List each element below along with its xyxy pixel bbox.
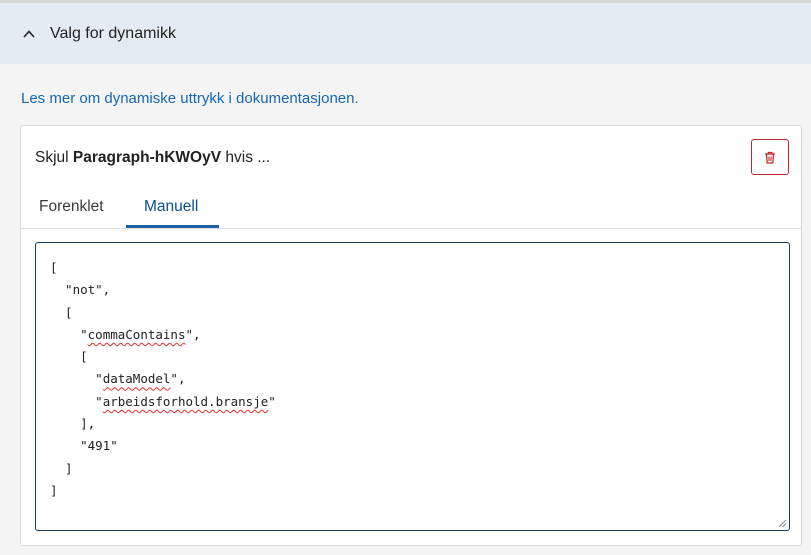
dynamics-accordion-header[interactable]: Valg for dynamikk — [0, 3, 811, 64]
active-tab-indicator — [126, 225, 219, 228]
editor-mode-tabs: Forenklet Manuell — [21, 188, 801, 229]
expression-code: [ "not", [ "commaContains", [ "dataModel… — [50, 257, 276, 502]
tab-forenklet[interactable]: Forenklet — [39, 198, 104, 216]
title-suffix: hvis ... — [225, 149, 271, 166]
code-line: "commaContains", — [50, 326, 201, 342]
chevron-up-icon — [23, 29, 35, 38]
code-line: "not", — [50, 282, 111, 298]
code-line: "491" — [50, 438, 118, 454]
expression-card: Skjul Paragraph-hKWOyV hvis ... Forenkle… — [20, 125, 802, 546]
spellcheck-flagged-word: arbeidsforhold.bransje — [102, 393, 269, 409]
component-id: Paragraph-hKWOyV — [72, 149, 222, 166]
resize-handle-icon[interactable] — [777, 518, 787, 528]
trash-icon — [765, 151, 775, 164]
code-line: [ — [50, 349, 88, 365]
code-line: "arbeidsforhold.bransje" — [50, 393, 276, 409]
code-line: ] — [50, 482, 58, 498]
accordion-title: Valg for dynamikk — [50, 24, 176, 42]
tab-manuell[interactable]: Manuell — [144, 198, 198, 216]
code-line: ], — [50, 416, 96, 432]
code-line: ] — [50, 460, 73, 476]
expression-editor-textarea[interactable]: [ "not", [ "commaContains", [ "dataModel… — [35, 242, 790, 531]
code-line: [ — [50, 260, 58, 275]
documentation-link[interactable]: Les mer om dynamiske uttrykk i dokumenta… — [21, 90, 359, 107]
code-line: "dataModel", — [50, 371, 186, 387]
code-line: [ — [50, 304, 73, 320]
card-title: Skjul Paragraph-hKWOyV hvis ... — [35, 149, 270, 167]
spellcheck-flagged-word: dataModel — [102, 371, 171, 387]
delete-expression-button[interactable] — [751, 139, 789, 175]
title-prefix: Skjul — [35, 149, 69, 166]
spellcheck-flagged-word: commaContains — [87, 326, 186, 342]
